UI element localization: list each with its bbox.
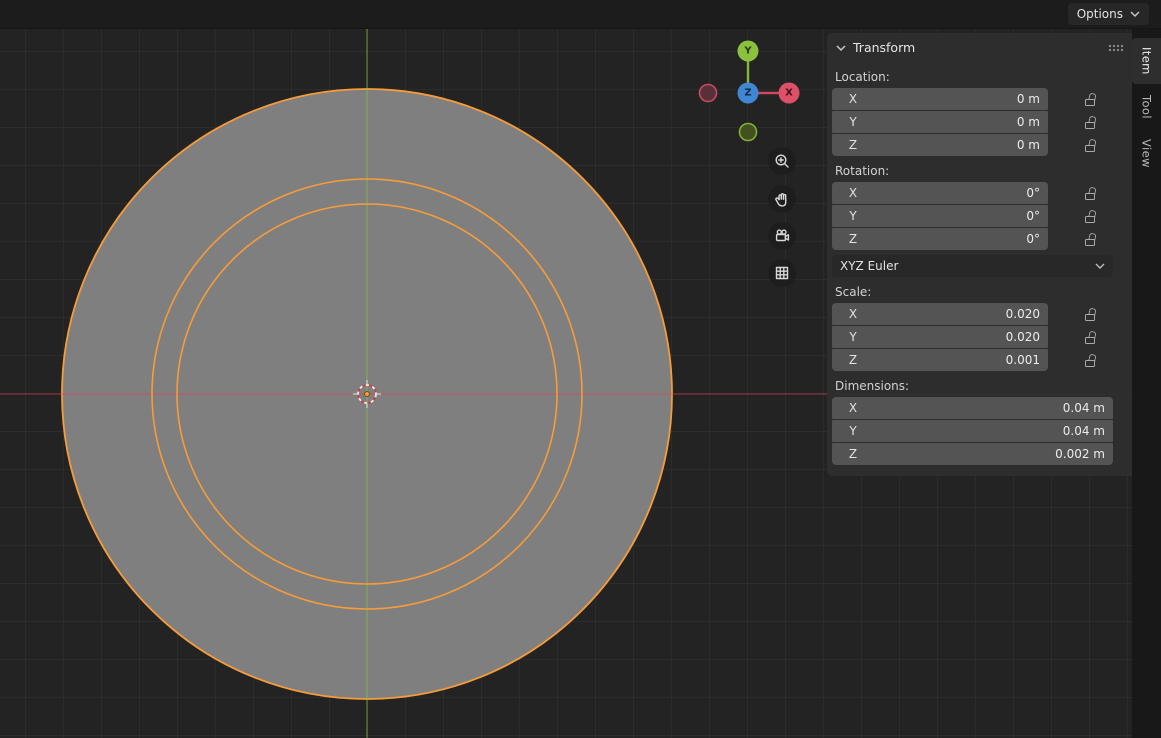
field-value: 0° — [1026, 209, 1040, 223]
gizmo-z-label: Z — [744, 88, 751, 99]
field-value: 0 m — [1017, 115, 1040, 129]
gizmo-x-label: X — [785, 88, 793, 99]
unlock-icon[interactable] — [1085, 308, 1095, 321]
axis-label: X — [840, 186, 866, 200]
sidebar-tab-strip: Item Tool View — [1132, 29, 1161, 738]
grid-toggle-icon — [773, 264, 791, 282]
tab-view[interactable]: View — [1132, 130, 1161, 177]
rotation-mode-dropdown[interactable]: XYZ Euler — [832, 255, 1113, 277]
axis-label: Z — [840, 232, 866, 246]
field-value: 0.04 m — [1063, 401, 1105, 415]
axis-label: Y — [840, 209, 866, 223]
tab-item-label: Item — [1140, 47, 1154, 75]
panel-title: Transform — [853, 40, 915, 55]
viewport-header: Options — [0, 0, 1161, 29]
axis-label: Z — [840, 138, 866, 152]
grid-toggle-button[interactable] — [768, 259, 796, 287]
field-value: 0° — [1026, 232, 1040, 246]
zoom-icon — [773, 152, 791, 170]
unlock-icon[interactable] — [1085, 187, 1095, 200]
pan-button[interactable] — [768, 185, 796, 213]
field-value: 0.002 m — [1055, 447, 1105, 461]
field-value: 0.001 — [1006, 353, 1040, 367]
camera-view-button[interactable] — [768, 222, 796, 250]
field-value: 0 m — [1017, 92, 1040, 106]
scale-x-field[interactable]: X 0.020 — [832, 303, 1048, 325]
field-value: 0.020 — [1006, 307, 1040, 321]
options-dropdown-button[interactable]: Options — [1068, 3, 1149, 25]
hand-pan-icon — [773, 190, 791, 208]
unlock-icon[interactable] — [1085, 210, 1095, 223]
location-section-label: Location: — [835, 70, 1129, 84]
unlock-icon[interactable] — [1085, 93, 1095, 106]
location-z-field[interactable]: Z 0 m — [832, 134, 1048, 156]
scale-section-label: Scale: — [835, 285, 1129, 299]
tab-tool[interactable]: Tool — [1132, 86, 1161, 128]
tab-tool-label: Tool — [1140, 95, 1154, 119]
scale-z-field[interactable]: Z 0.001 — [832, 349, 1048, 371]
dimensions-x-field[interactable]: X 0.04 m — [832, 397, 1113, 419]
axis-label: X — [840, 401, 866, 415]
unlock-icon[interactable] — [1085, 233, 1095, 246]
transform-panel-header[interactable]: Transform — [827, 33, 1132, 62]
location-x-field[interactable]: X 0 m — [832, 88, 1048, 110]
tab-item[interactable]: Item — [1132, 38, 1161, 84]
axis-label: Z — [840, 447, 866, 461]
field-value: 0.04 m — [1063, 424, 1105, 438]
rotation-mode-value: XYZ Euler — [840, 259, 898, 273]
gizmo-y-label: Y — [743, 46, 752, 57]
options-label: Options — [1077, 7, 1123, 21]
axis-label: Y — [840, 330, 866, 344]
chevron-down-icon — [1095, 263, 1105, 269]
rotation-z-field[interactable]: Z 0° — [832, 228, 1048, 250]
gizmo-axis-x-negative[interactable] — [700, 85, 717, 102]
unlock-icon[interactable] — [1085, 116, 1095, 129]
field-value: 0° — [1026, 186, 1040, 200]
chevron-down-icon — [1130, 11, 1140, 17]
location-y-field[interactable]: Y 0 m — [832, 111, 1048, 133]
scale-y-field[interactable]: Y 0.020 — [832, 326, 1048, 348]
camera-view-icon — [773, 227, 791, 245]
rotation-y-field[interactable]: Y 0° — [832, 205, 1048, 227]
axis-label: Z — [840, 353, 866, 367]
axis-label: Y — [840, 115, 866, 129]
dimensions-section-label: Dimensions: — [835, 379, 1129, 393]
object-origin-dot — [365, 392, 370, 397]
grip-dots-icon[interactable] — [1108, 44, 1123, 52]
rotation-section-label: Rotation: — [835, 164, 1129, 178]
field-value: 0.020 — [1006, 330, 1040, 344]
unlock-icon[interactable] — [1085, 331, 1095, 344]
rotation-x-field[interactable]: X 0° — [832, 182, 1048, 204]
zoom-button[interactable] — [768, 147, 796, 175]
axis-label: X — [840, 92, 866, 106]
field-value: 0 m — [1017, 138, 1040, 152]
sidebar-panel: Transform Location: X 0 m Y 0 m — [827, 33, 1132, 476]
gizmo-axis-y-negative[interactable] — [740, 124, 757, 141]
axis-label: X — [840, 307, 866, 321]
unlock-icon[interactable] — [1085, 354, 1095, 367]
chevron-down-icon — [836, 44, 846, 52]
axis-label: Y — [840, 424, 866, 438]
blender-window: Options — [0, 0, 1161, 738]
dimensions-y-field[interactable]: Y 0.04 m — [832, 420, 1113, 442]
viewport-3d[interactable]: Y X Z — [0, 29, 1132, 738]
unlock-icon[interactable] — [1085, 139, 1095, 152]
nav-gizmo[interactable]: Y X Z — [700, 41, 800, 141]
dimensions-z-field[interactable]: Z 0.002 m — [832, 443, 1113, 465]
tab-view-label: View — [1140, 139, 1154, 168]
